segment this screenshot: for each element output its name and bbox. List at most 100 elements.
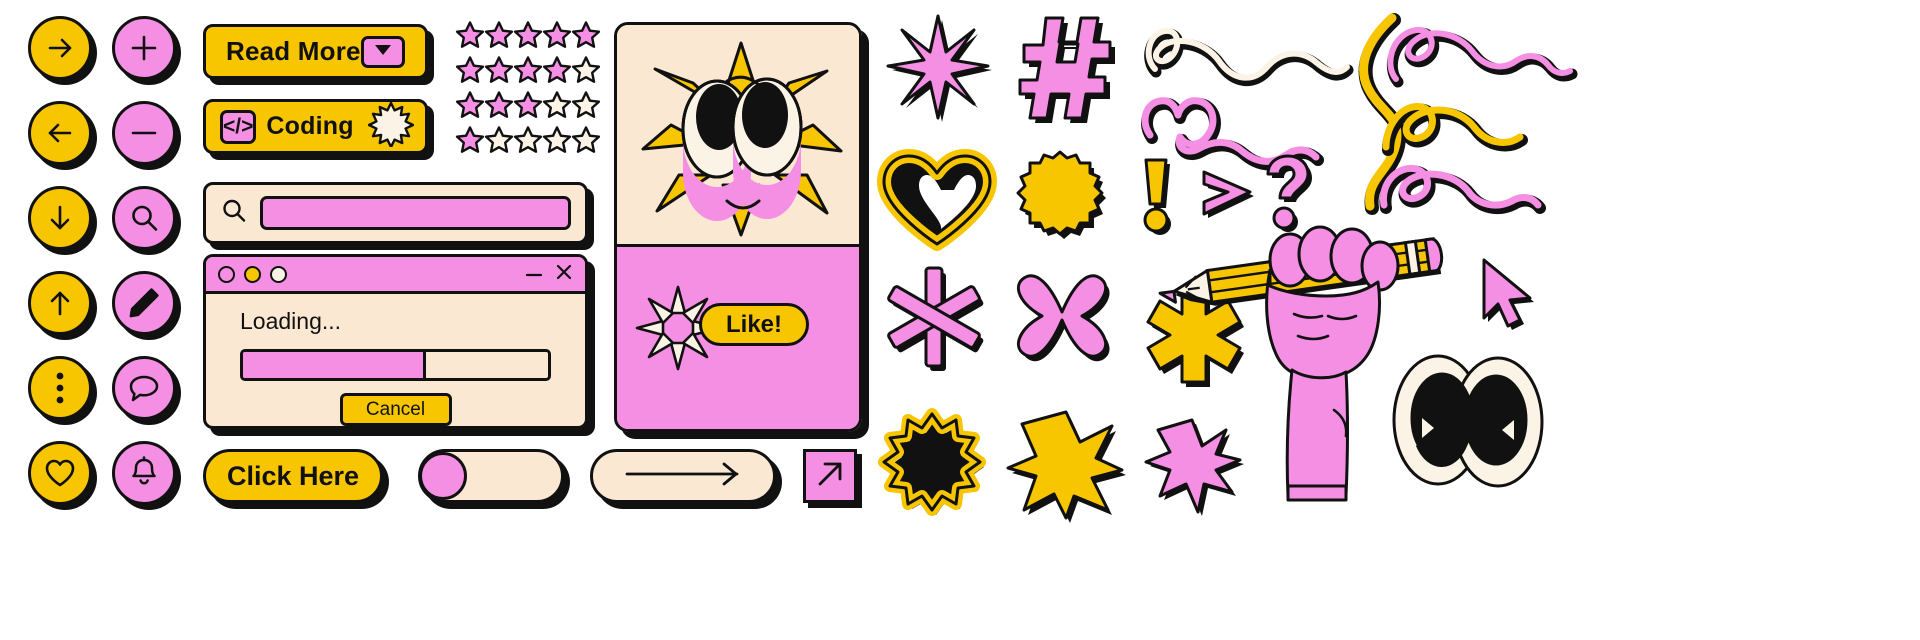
cancel-button[interactable]: Cancel xyxy=(339,393,452,426)
pencil-icon xyxy=(127,286,161,320)
icon-button-remove[interactable] xyxy=(112,101,176,165)
icon-button-search[interactable] xyxy=(112,186,176,250)
icon-button-notifications[interactable] xyxy=(112,441,176,505)
maximize-dot[interactable] xyxy=(270,265,287,283)
bell-icon xyxy=(128,456,160,490)
star-empty-icon xyxy=(571,56,601,83)
code-tag-badge: </> xyxy=(220,109,257,144)
squiggle-loop-cream xyxy=(1140,20,1354,90)
spiky-star-pink xyxy=(1144,418,1246,520)
toggle-knob[interactable] xyxy=(419,452,467,500)
coding-button[interactable]: </> Coding xyxy=(203,99,428,154)
read-more-button[interactable]: Read More xyxy=(203,24,428,79)
coding-label: Coding xyxy=(266,112,354,140)
scalloped-badge-yellow xyxy=(1010,150,1120,256)
chat-bubble-icon xyxy=(127,372,161,404)
loading-dialog-window[interactable]: Loading... Cancel xyxy=(203,254,588,429)
long-arrow-right-icon xyxy=(623,461,743,492)
code-glyph: </> xyxy=(223,114,254,138)
sunburst-eyes-face xyxy=(631,33,851,243)
minus-icon xyxy=(128,117,160,149)
cursor-arrow-pink xyxy=(1478,258,1540,336)
read-more-dropdown[interactable] xyxy=(360,35,405,68)
star-rating-row[interactable] xyxy=(455,125,601,156)
star-filled-icon xyxy=(542,21,572,48)
icon-button-more-options[interactable] xyxy=(28,356,92,420)
sticker-sheet-canvas: Read More </> Coding Loading... Cancel L… xyxy=(0,0,1920,640)
asterisk-six-pink xyxy=(886,266,990,376)
star-empty-icon xyxy=(542,126,572,153)
star-empty-icon xyxy=(571,126,601,153)
minimize-dot[interactable] xyxy=(244,265,261,283)
click-here-button[interactable]: Click Here xyxy=(203,449,383,503)
plus-icon xyxy=(128,32,160,64)
loop-swirl-yellow xyxy=(1378,90,1538,170)
exclamation-yellow xyxy=(1140,158,1178,236)
heart-outline-yellow xyxy=(877,149,997,252)
search-icon xyxy=(220,197,248,230)
star-rating-row[interactable] xyxy=(455,20,601,51)
read-more-label: Read More xyxy=(226,36,361,66)
star-rating-row[interactable] xyxy=(455,90,601,121)
star-filled-icon xyxy=(455,91,485,118)
icon-button-arrow-up[interactable] xyxy=(28,271,92,335)
heart-squiggle-pink xyxy=(1140,92,1340,171)
spiral-loop-pink xyxy=(1380,12,1578,102)
minimize-icon[interactable] xyxy=(525,265,543,283)
loading-label: Loading... xyxy=(240,308,342,334)
wavy-star-outline-yellow xyxy=(878,408,992,522)
icon-button-add[interactable] xyxy=(112,16,176,80)
fist-hand-pink xyxy=(1258,225,1400,508)
icon-button-arrow-right[interactable] xyxy=(28,16,92,80)
double-spiral-pink xyxy=(1378,160,1548,240)
toggle-switch[interactable] xyxy=(418,449,564,503)
star-filled-icon xyxy=(513,56,543,83)
star-filled-icon xyxy=(484,91,514,118)
icon-button-edit[interactable] xyxy=(112,271,176,335)
burst-star-yellow xyxy=(1006,410,1128,523)
cross-x-pink xyxy=(1012,270,1122,378)
arrow-up-icon xyxy=(43,286,77,320)
more-vertical-icon xyxy=(54,371,66,405)
arrow-down-icon xyxy=(43,201,77,235)
close-icon[interactable] xyxy=(555,263,573,286)
star-filled-icon xyxy=(455,126,485,153)
question-mark-pink xyxy=(1262,154,1318,236)
progress-bar-fill xyxy=(243,352,426,378)
starburst-icon xyxy=(367,101,414,152)
diagonal-arrow-button[interactable] xyxy=(803,449,857,503)
search-icon xyxy=(128,202,160,234)
card-illustration-area xyxy=(617,25,859,247)
star-empty-icon xyxy=(571,91,601,118)
star-empty-icon xyxy=(542,91,572,118)
like-button[interactable]: Like! xyxy=(699,303,810,346)
icon-button-favorite[interactable] xyxy=(28,441,92,505)
star-filled-icon xyxy=(455,56,485,83)
star-filled-icon xyxy=(542,56,572,83)
caret-down-icon xyxy=(374,43,392,61)
icon-button-comment[interactable] xyxy=(112,356,176,420)
star-rating-row[interactable] xyxy=(455,55,601,86)
heart-outline-icon xyxy=(44,458,76,488)
star-empty-icon xyxy=(484,126,514,153)
star-filled-icon xyxy=(513,21,543,48)
star-empty-icon xyxy=(513,126,543,153)
asterisk-star-pink xyxy=(884,14,992,124)
card-action-area: Like! xyxy=(617,247,859,429)
search-bar[interactable] xyxy=(203,182,588,244)
search-input[interactable] xyxy=(260,196,571,230)
hashtag-pink xyxy=(1018,16,1120,123)
long-arrow-pill-button[interactable] xyxy=(590,449,776,503)
star-filled-icon xyxy=(513,91,543,118)
chevron-right-pink xyxy=(1198,170,1264,228)
close-dot[interactable] xyxy=(218,265,235,283)
icon-button-arrow-left[interactable] xyxy=(28,101,92,165)
arrow-up-right-icon xyxy=(815,459,845,494)
icon-button-arrow-down[interactable] xyxy=(28,186,92,250)
arrow-left-icon xyxy=(43,116,77,150)
window-title-bar[interactable] xyxy=(206,257,585,294)
star-filled-icon xyxy=(455,21,485,48)
star-filled-icon xyxy=(484,56,514,83)
star-filled-icon xyxy=(571,21,601,48)
character-card[interactable]: Like! xyxy=(614,22,862,432)
